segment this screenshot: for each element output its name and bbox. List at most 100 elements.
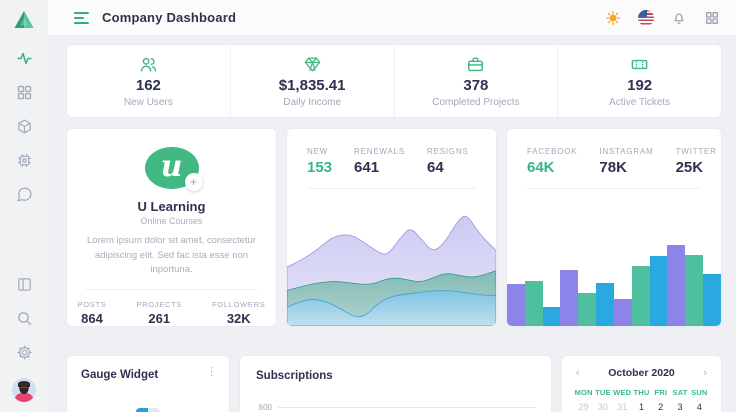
layout-icon[interactable] xyxy=(16,276,33,293)
social-bar-chart xyxy=(507,236,721,326)
stat-active-tickets[interactable]: 192 Active Tickets xyxy=(557,45,721,117)
stat-label: New Users xyxy=(124,97,173,108)
mini-stat-value: 64K xyxy=(527,159,577,176)
ticket-icon xyxy=(630,55,649,74)
mini-stat-value: 64 xyxy=(427,159,469,176)
profile-subtitle: Online Courses xyxy=(140,216,202,226)
sidebar-nav xyxy=(16,50,33,203)
stat-value: $1,835.41 xyxy=(279,77,346,94)
subscribers-card: NEW 153 RENEWALS 641 RESIGNS 64 xyxy=(286,128,497,327)
page-title: Company Dashboard xyxy=(102,10,236,25)
user-avatar[interactable] xyxy=(12,378,36,402)
bar xyxy=(703,274,721,326)
subscribers-stats: NEW 153 RENEWALS 641 RESIGNS 64 xyxy=(287,129,496,176)
calendar-date[interactable]: 4 xyxy=(690,402,709,412)
sidebar xyxy=(0,0,48,412)
briefcase-icon xyxy=(466,55,485,74)
subscribers-area-chart xyxy=(287,208,496,326)
profile-stat-value: 32K xyxy=(212,311,265,326)
mini-stat-label: RESIGNS xyxy=(427,147,469,156)
bar xyxy=(578,293,596,326)
us-flag-icon[interactable] xyxy=(638,10,654,26)
stat-renewals: RENEWALS 641 xyxy=(354,147,405,176)
kebab-menu-icon[interactable]: ⋮ xyxy=(206,367,217,378)
gear-icon[interactable] xyxy=(16,344,33,361)
mini-stat-value: 153 xyxy=(307,159,332,176)
calendar-date[interactable]: 30 xyxy=(593,402,612,412)
mini-stat-value: 25K xyxy=(676,159,717,176)
stat-facebook: FACEBOOK 64K xyxy=(527,147,577,176)
stat-label: Completed Projects xyxy=(432,97,519,108)
stat-completed-projects[interactable]: 378 Completed Projects xyxy=(394,45,558,117)
apps-grid-icon[interactable] xyxy=(704,10,720,26)
stat-daily-income[interactable]: $1,835.41 Daily Income xyxy=(230,45,394,117)
stat-value: 192 xyxy=(627,77,652,94)
mini-stat-label: TWITTER xyxy=(676,147,717,156)
calendar-nav: ‹ October 2020 › xyxy=(574,367,709,379)
mini-stat-label: INSTAGRAM xyxy=(599,147,653,156)
users-icon xyxy=(139,55,158,74)
bar xyxy=(685,255,703,326)
stat-value: 162 xyxy=(136,77,161,94)
profile-stats: POSTS 864 PROJECTS 261 FOLLOWERS 32K xyxy=(78,300,266,326)
calendar-day-headers: MON TUE WED THU FRI SAT SUN xyxy=(574,388,709,397)
mini-stat-label: NEW xyxy=(307,147,332,156)
chat-icon[interactable] xyxy=(16,186,33,203)
cpu-icon[interactable] xyxy=(16,152,33,169)
stat-resigns: RESIGNS 64 xyxy=(427,147,469,176)
add-follow-button[interactable]: + xyxy=(185,173,203,191)
divider xyxy=(307,188,476,189)
profile-card: u + U Learning Online Courses Lorem ipsu… xyxy=(66,128,277,327)
social-stats: FACEBOOK 64K INSTAGRAM 78K TWITTER 25K xyxy=(507,129,721,176)
social-followers-card: FACEBOOK 64K INSTAGRAM 78K TWITTER 25K xyxy=(506,128,722,327)
day-header: TUE xyxy=(593,388,612,397)
mini-stat-label: RENEWALS xyxy=(354,147,405,156)
calendar-dates-row: 29 30 31 1 2 3 4 xyxy=(574,402,709,412)
stat-instagram: INSTAGRAM 78K xyxy=(599,147,653,176)
stat-label: Active Tickets xyxy=(609,97,670,108)
profile-description: Lorem ipsum dolor sit amet, consectetur … xyxy=(67,234,276,277)
stat-label: Daily Income xyxy=(283,97,341,108)
calendar-date[interactable]: 31 xyxy=(613,402,632,412)
menu-icon[interactable] xyxy=(74,12,90,24)
bell-icon[interactable] xyxy=(671,10,687,26)
sun-icon[interactable] xyxy=(605,10,621,26)
app-logo[interactable] xyxy=(12,8,36,32)
profile-avatar: u + xyxy=(145,147,199,189)
day-header: SUN xyxy=(690,388,709,397)
sidebar-bottom xyxy=(12,276,36,402)
calendar-date[interactable]: 2 xyxy=(651,402,670,412)
subscriptions-card-title: Subscriptions xyxy=(256,370,535,382)
search-icon[interactable] xyxy=(16,310,33,327)
calendar-card: ‹ October 2020 › MON TUE WED THU FRI SAT… xyxy=(561,355,722,412)
mini-stat-value: 641 xyxy=(354,159,405,176)
cube-icon[interactable] xyxy=(16,118,33,135)
gauge-chart xyxy=(136,408,160,412)
profile-avatar-letter: u xyxy=(161,149,183,184)
stats-summary-card: 162 New Users $1,835.41 Daily Income 378… xyxy=(66,44,722,118)
y-axis-tick: 800 xyxy=(256,403,278,412)
activity-icon[interactable] xyxy=(16,50,33,67)
calendar-date[interactable]: 3 xyxy=(670,402,689,412)
profile-stat-label: POSTS xyxy=(78,300,107,309)
top-header: Company Dashboard xyxy=(48,0,736,36)
subscriptions-card: Subscriptions 800 xyxy=(239,355,552,412)
chevron-right-icon[interactable]: › xyxy=(701,367,709,379)
day-header: MON xyxy=(574,388,593,397)
calendar-date[interactable]: 29 xyxy=(574,402,593,412)
day-header: THU xyxy=(632,388,651,397)
calendar-date[interactable]: 1 xyxy=(632,402,651,412)
day-header: FRI xyxy=(651,388,670,397)
subscriptions-chart-axis: 800 xyxy=(256,403,535,412)
dashboard-grid-icon[interactable] xyxy=(16,84,33,101)
mini-stat-label: FACEBOOK xyxy=(527,147,577,156)
profile-stat-projects: PROJECTS 261 xyxy=(136,300,182,326)
stat-new-users[interactable]: 162 New Users xyxy=(67,45,230,117)
mini-stat-value: 78K xyxy=(599,159,653,176)
chevron-left-icon[interactable]: ‹ xyxy=(574,367,582,379)
bar xyxy=(596,283,614,326)
day-header: WED xyxy=(613,388,632,397)
day-header: SAT xyxy=(670,388,689,397)
calendar-month-label: October 2020 xyxy=(608,367,675,379)
gauge-card-title: Gauge Widget xyxy=(81,369,215,381)
